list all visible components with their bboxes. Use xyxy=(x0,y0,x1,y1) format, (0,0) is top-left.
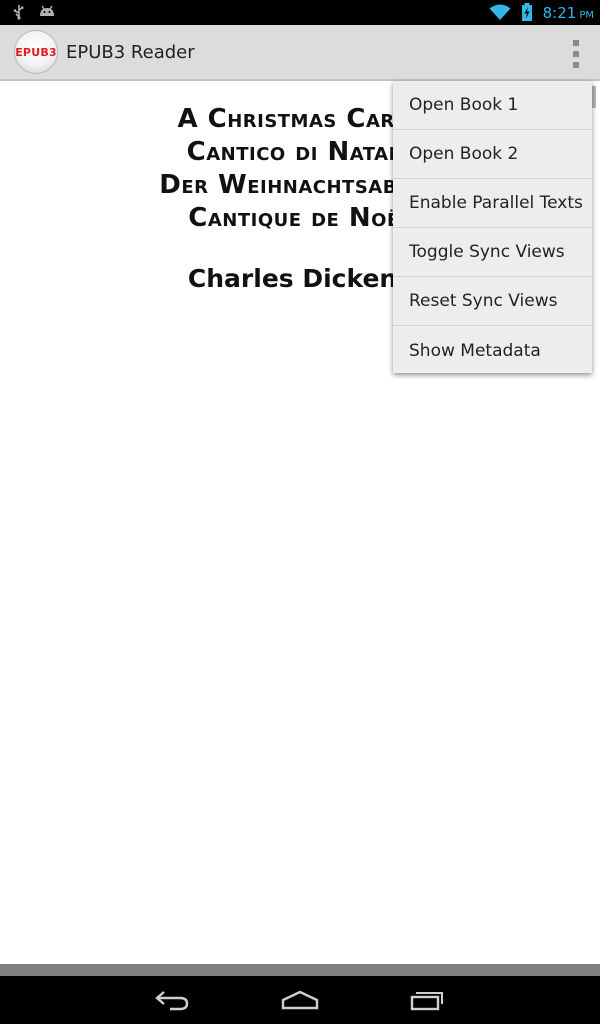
app-logo-text: EPUB3 xyxy=(15,45,57,59)
clock-time: 8:21 xyxy=(542,4,577,22)
overflow-menu-icon[interactable] xyxy=(568,40,584,68)
menu-item-enable-parallel-texts[interactable]: Enable Parallel Texts xyxy=(393,179,592,228)
recent-apps-icon[interactable] xyxy=(408,986,448,1014)
home-icon[interactable] xyxy=(280,986,320,1014)
navigation-bar xyxy=(0,976,600,1024)
status-bar: 8:21 PM xyxy=(0,0,600,25)
app-title: EPUB3 Reader xyxy=(66,42,195,63)
wifi-icon xyxy=(489,3,511,26)
scrollbar-thumb[interactable] xyxy=(592,86,596,108)
menu-item-open-book-2[interactable]: Open Book 2 xyxy=(393,130,592,179)
menu-item-reset-sync-views[interactable]: Reset Sync Views xyxy=(393,277,592,326)
action-bar: EPUB3 EPUB3 Reader xyxy=(0,25,600,81)
status-clock: 8:21 PM xyxy=(543,4,594,25)
overflow-menu: Open Book 1 Open Book 2 Enable Parallel … xyxy=(393,81,592,373)
battery-charging-icon xyxy=(521,3,533,26)
clock-ampm: PM xyxy=(579,10,594,21)
android-debug-icon xyxy=(38,4,56,25)
menu-item-toggle-sync-views[interactable]: Toggle Sync Views xyxy=(393,228,592,277)
app-logo[interactable]: EPUB3 xyxy=(14,30,58,74)
menu-item-show-metadata[interactable]: Show Metadata xyxy=(393,326,592,375)
back-icon[interactable] xyxy=(152,986,192,1014)
bottom-divider xyxy=(0,964,600,976)
menu-item-open-book-1[interactable]: Open Book 1 xyxy=(393,81,592,130)
usb-icon xyxy=(12,4,26,25)
